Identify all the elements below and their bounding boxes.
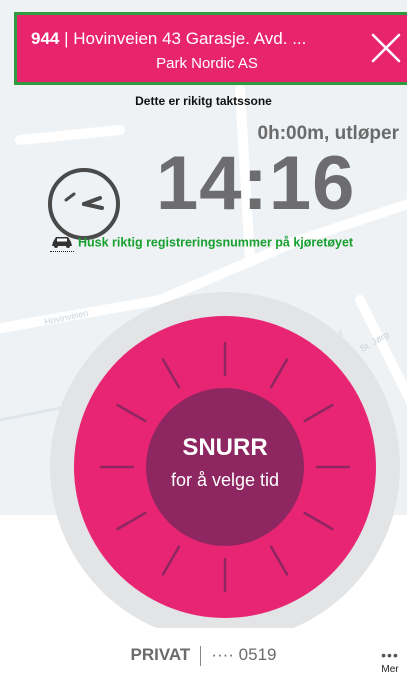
reminder-text: Husk riktig registreringsnummer på kjøre… [78,235,354,250]
zone-header[interactable]: 944 | Hovinveien 43 Garasje. Avd. ... Pa… [14,12,407,85]
dial-tick [116,511,147,531]
car-icon [50,234,74,252]
account-type: PRIVAT [130,645,191,664]
card-number: ···· 0519 [211,645,277,664]
spin-button[interactable]: SNURR for å velge tid [146,388,304,546]
dial-tick [269,545,289,576]
more-button[interactable]: ••• Mer [373,647,407,675]
end-time: 14:16 [156,141,356,226]
dial-tick [269,358,289,389]
payment-account[interactable]: PRIVAT ···· 0519 [0,645,407,666]
zone-separator: | [64,29,69,48]
spin-subtitle: for å velge tid [170,470,280,490]
zone-title: 944 | Hovinveien 43 Garasje. Avd. ... [17,29,367,49]
zone-operator: Park Nordic AS [156,55,258,72]
close-icon [371,33,401,63]
close-button[interactable] [369,31,403,65]
zone-note: Dette er rikitg taktssone [135,94,272,108]
dial-tick [116,403,147,423]
dial-tick [303,403,334,423]
registration-reminder[interactable]: Husk riktig registreringsnummer på kjøre… [50,234,353,252]
spin-title: SNURR [182,434,268,461]
time-dial[interactable]: SNURR for å velge tid [74,316,376,618]
account-separator [200,645,202,666]
more-label: Mer [381,664,399,675]
zone-number: 944 [31,29,60,48]
more-dots-icon: ••• [381,647,399,663]
dial-tick [303,511,334,531]
zone-address: Hovinveien 43 Garasje. Avd. ... [73,29,307,48]
dial-tick [161,358,181,389]
dial-tick [161,545,181,576]
